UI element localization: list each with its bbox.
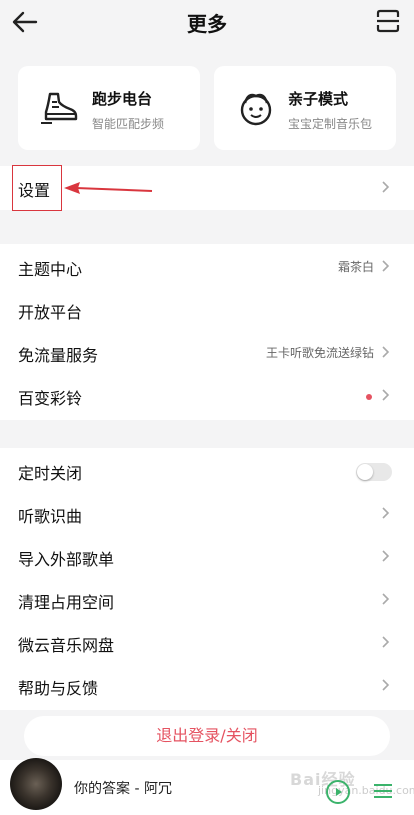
list-item-label: 主题中心 <box>18 260 83 279</box>
chevron-right-icon <box>382 593 390 605</box>
baby-face-icon <box>240 93 272 126</box>
album-cover[interactable] <box>10 758 62 810</box>
list-item-ringtone[interactable]: 百变彩铃 <box>0 375 414 417</box>
card-title: 亲子模式 <box>288 90 349 108</box>
list-item-song-recognition[interactable]: 听歌识曲 <box>0 493 414 535</box>
list-item-label: 导入外部歌单 <box>18 550 115 569</box>
feature-cards: 跑步电台 智能匹配步频 亲子模式 宝宝定制音乐包 <box>18 66 396 150</box>
list-item-clear-storage[interactable]: 清理占用空间 <box>0 579 414 621</box>
tools-section: 定时关闭 听歌识曲 导入外部歌单 清理占用空间 微云音乐网盘 帮助与反馈 <box>0 448 414 710</box>
running-shoe-icon <box>41 92 78 124</box>
sleep-timer-toggle[interactable] <box>356 463 392 481</box>
chevron-right-icon <box>382 389 390 401</box>
list-item-cloud-drive[interactable]: 微云音乐网盘 <box>0 622 414 664</box>
chevron-right-icon <box>382 181 390 193</box>
list-item-label: 定时关闭 <box>18 464 83 483</box>
card-title: 跑步电台 <box>92 90 153 108</box>
list-item-label: 百变彩铃 <box>18 389 83 408</box>
play-icon <box>336 788 342 796</box>
list-item-label: 微云音乐网盘 <box>18 636 115 655</box>
page-title: 更多 <box>187 12 227 36</box>
scan-icon[interactable] <box>376 9 400 33</box>
play-button[interactable] <box>326 780 350 804</box>
list-item-import-playlist[interactable]: 导入外部歌单 <box>0 536 414 578</box>
annotation-highlight-box <box>12 165 62 211</box>
list-item-theme-center[interactable]: 主题中心 霜茶白 <box>0 246 414 288</box>
list-item-label: 免流量服务 <box>18 346 99 365</box>
chevron-right-icon <box>382 346 390 358</box>
chevron-right-icon <box>382 636 390 648</box>
list-item-help-feedback[interactable]: 帮助与反馈 <box>0 665 414 707</box>
top-bar: 更多 <box>0 0 414 44</box>
playlist-icon[interactable] <box>372 782 394 800</box>
list-item-label: 听歌识曲 <box>18 507 83 526</box>
list-item-value: 霜茶白 <box>337 260 374 274</box>
red-dot-badge <box>366 394 372 400</box>
chevron-right-icon <box>382 550 390 562</box>
mini-player: 你的答案 - 阿冗 Bai经验 jingyan.baidu.com <box>0 758 414 815</box>
general-section: 主题中心 霜茶白 开放平台 免流量服务 王卡听歌免流送绿钻 百变彩铃 <box>0 244 414 420</box>
chevron-right-icon <box>382 679 390 691</box>
list-item-label: 清理占用空间 <box>18 593 115 612</box>
running-radio-card[interactable]: 跑步电台 智能匹配步频 <box>18 66 200 150</box>
chevron-right-icon <box>382 507 390 519</box>
list-item-free-data-service[interactable]: 免流量服务 王卡听歌免流送绿钻 <box>0 332 414 374</box>
list-item-label: 帮助与反馈 <box>18 679 99 698</box>
now-playing-title: 你的答案 - 阿冗 <box>74 781 172 797</box>
parent-child-mode-card[interactable]: 亲子模式 宝宝定制音乐包 <box>214 66 396 150</box>
card-subtitle: 宝宝定制音乐包 <box>288 117 373 131</box>
chevron-right-icon <box>382 260 390 272</box>
list-item-value: 王卡听歌免流送绿钻 <box>265 346 374 360</box>
list-item-sleep-timer[interactable]: 定时关闭 <box>0 450 414 492</box>
annotation-arrow <box>64 182 153 194</box>
card-subtitle: 智能匹配步频 <box>92 117 165 131</box>
list-item-open-platform[interactable]: 开放平台 <box>0 289 414 331</box>
list-item-label: 开放平台 <box>18 303 83 322</box>
toggle-knob <box>357 464 373 480</box>
logout-button[interactable]: 退出登录/关闭 <box>24 716 390 756</box>
